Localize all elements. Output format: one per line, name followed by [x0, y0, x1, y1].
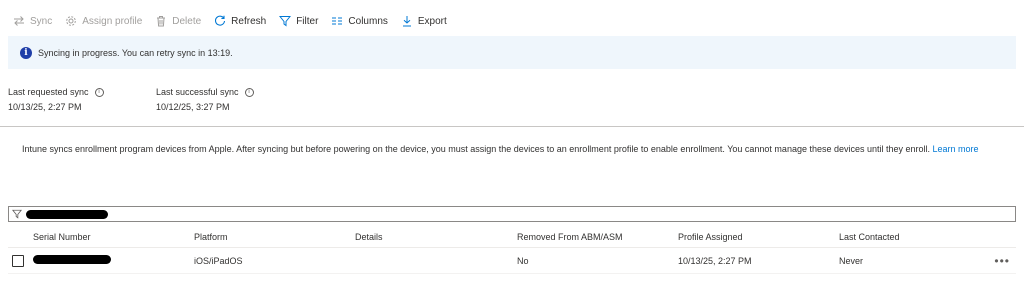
download-icon: [400, 14, 414, 28]
assign-profile-label: Assign profile: [82, 15, 143, 27]
delete-button[interactable]: Delete: [154, 14, 201, 28]
refresh-icon: [213, 14, 227, 28]
assign-profile-button[interactable]: Assign profile: [64, 14, 142, 28]
column-header-removed-from-abm[interactable]: Removed From ABM/ASM: [517, 232, 623, 242]
column-header-profile-assigned[interactable]: Profile Assigned: [678, 232, 743, 242]
info-icon: i: [20, 46, 32, 59]
refresh-button[interactable]: Refresh: [213, 14, 266, 28]
row-checkbox[interactable]: [12, 254, 24, 267]
banner-text: Syncing in progress. You can retry sync …: [38, 47, 233, 58]
learn-more-link[interactable]: Learn more: [933, 144, 979, 154]
columns-button[interactable]: Columns: [330, 14, 388, 28]
info-tooltip-icon[interactable]: i: [244, 87, 254, 97]
last-requested-sync: Last requested sync i 10/13/25, 2:27 PM: [8, 86, 104, 114]
command-bar: Sync Assign profile Delete Refresh Filte…: [12, 10, 459, 32]
platform-cell: iOS/iPadOS: [194, 255, 243, 266]
last-requested-sync-value: 10/13/25, 2:27 PM: [8, 102, 82, 112]
sync-label: Sync: [30, 15, 53, 27]
last-successful-sync: Last successful sync i 10/12/25, 3:27 PM: [156, 86, 254, 114]
refresh-label: Refresh: [231, 15, 267, 27]
delete-label: Delete: [172, 15, 202, 27]
sync-button[interactable]: Sync: [12, 14, 52, 28]
search-filter-input[interactable]: [8, 206, 1016, 222]
serial-number-cell[interactable]: [33, 255, 111, 266]
sync-status-banner: i Syncing in progress. You can retry syn…: [8, 36, 1016, 69]
table-header: Serial Number Platform Details Removed F…: [8, 226, 1016, 248]
column-header-serial-number[interactable]: Serial Number: [33, 232, 91, 242]
gear-icon: [64, 14, 78, 28]
export-label: Export: [417, 15, 447, 27]
devices-table: Serial Number Platform Details Removed F…: [8, 226, 1016, 274]
sync-icon: [12, 14, 26, 28]
last-successful-sync-label: Last successful sync: [156, 87, 239, 97]
more-options-icon[interactable]: •••: [994, 254, 1010, 268]
column-header-details[interactable]: Details: [355, 232, 383, 242]
redacted-filter-value: [26, 209, 108, 219]
redacted-serial-number: [33, 255, 111, 264]
filter-button[interactable]: Filter: [278, 14, 318, 28]
export-button[interactable]: Export: [400, 14, 447, 28]
filter-icon: [12, 209, 22, 219]
description: Intune syncs enrollment program devices …: [22, 143, 1012, 155]
columns-icon: [330, 14, 344, 28]
last-successful-sync-value: 10/12/25, 3:27 PM: [156, 102, 230, 112]
column-header-platform[interactable]: Platform: [194, 232, 228, 242]
columns-label: Columns: [348, 15, 388, 27]
description-text: Intune syncs enrollment program devices …: [22, 144, 933, 154]
filter-icon: [278, 14, 292, 28]
trash-icon: [154, 14, 168, 28]
section-divider: [0, 126, 1024, 127]
profile-assigned-cell: 10/13/25, 2:27 PM: [678, 255, 752, 266]
table-row[interactable]: iOS/iPadOS No 10/13/25, 2:27 PM Never ••…: [8, 248, 1016, 274]
column-header-last-contacted[interactable]: Last Contacted: [839, 232, 900, 242]
last-requested-sync-label: Last requested sync: [8, 87, 89, 97]
last-contacted-cell: Never: [839, 255, 864, 266]
removed-cell: No: [517, 255, 529, 266]
filter-label: Filter: [296, 15, 319, 27]
info-tooltip-icon[interactable]: i: [94, 87, 104, 97]
